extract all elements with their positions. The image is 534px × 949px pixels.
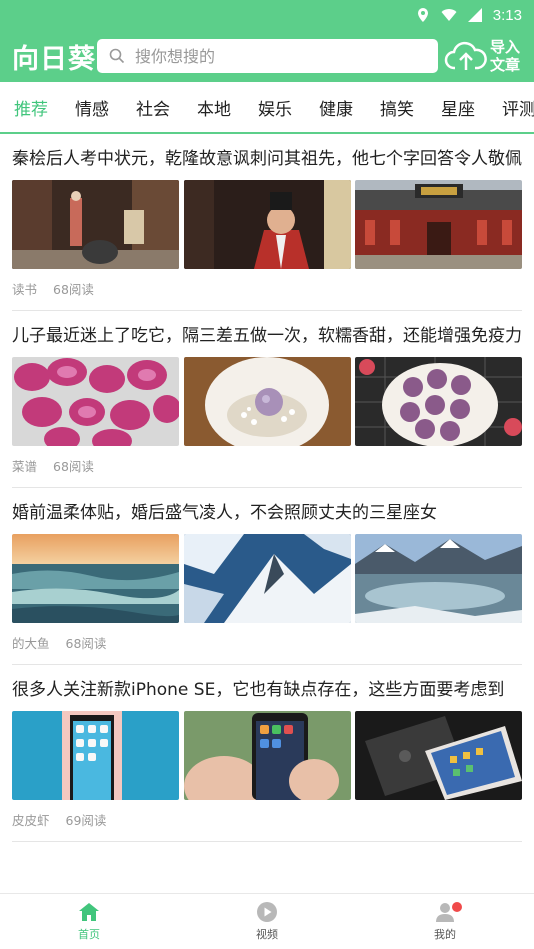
nav-home[interactable]: 首页 [0, 894, 178, 949]
article-source: 读书 [12, 282, 38, 297]
article-title: 婚前温柔体贴，婚后盛气凌人，不会照顾丈夫的三星座女 [12, 503, 437, 523]
nav-home-label: 首页 [78, 928, 100, 941]
article-thumbnail [183, 711, 351, 800]
article-title: 很多人关注新款iPhone SE，它也有缺点存在，这些方面要考虑到 [12, 680, 505, 700]
article-read-count: 68阅读 [53, 459, 94, 474]
app-header: 向日葵 导入文章 [0, 30, 534, 82]
tab-society[interactable]: 社会 [136, 95, 170, 120]
app-brand: 向日葵 [12, 43, 96, 75]
search-icon [109, 48, 125, 64]
bottom-navigation: 首页 视频 我的 [0, 893, 534, 949]
nav-profile[interactable]: 我的 [356, 894, 534, 949]
article-thumbnail [183, 180, 351, 269]
article-thumbnails [12, 180, 522, 269]
tab-local[interactable]: 本地 [197, 95, 231, 120]
article-thumbnail [355, 180, 522, 269]
location-icon [417, 8, 428, 22]
category-tabs: 推荐 情感 社会 本地 娱乐 健康 搞笑 星座 评测 [0, 82, 534, 134]
article-source: 菜谱 [12, 459, 38, 474]
article-thumbnail [355, 711, 522, 800]
status-time: 3:13 [492, 6, 522, 24]
article-thumbnail [12, 180, 179, 269]
article-title: 儿子最近迷上了吃它，隔三差五做一次，软糯香甜，还能增强免疫力 [12, 326, 522, 346]
tab-review[interactable]: 评测 [502, 95, 534, 120]
article-read-count: 68阅读 [53, 282, 94, 297]
signal-icon [467, 8, 482, 22]
article-thumbnail [12, 534, 179, 623]
article-thumbnail [12, 711, 179, 800]
tab-funny[interactable]: 搞笑 [380, 95, 414, 120]
article-source: 皮皮虾 [12, 813, 50, 828]
search-box[interactable] [97, 39, 438, 73]
import-article-label: 导入文章 [490, 38, 521, 74]
article-thumbnail [355, 534, 522, 623]
article-item[interactable]: 很多人关注新款iPhone SE，它也有缺点存在，这些方面要考虑到 皮皮虾 69… [12, 665, 522, 842]
cloud-upload-icon [444, 41, 487, 70]
article-thumbnail [355, 357, 522, 446]
tab-emotion[interactable]: 情感 [75, 95, 109, 120]
article-thumbnails [12, 357, 522, 446]
nav-video[interactable]: 视频 [178, 894, 356, 949]
article-item[interactable]: 儿子最近迷上了吃它，隔三差五做一次，软糯香甜，还能增强免疫力 菜谱 68阅读 [12, 311, 522, 488]
article-thumbnail [183, 534, 351, 623]
article-thumbnail [12, 357, 179, 446]
article-meta: 的大鱼 68阅读 [12, 623, 522, 664]
article-item[interactable]: 婚前温柔体贴，婚后盛气凌人，不会照顾丈夫的三星座女 的大鱼 68阅读 [12, 488, 522, 665]
tab-health[interactable]: 健康 [319, 95, 353, 120]
search-input[interactable] [135, 46, 395, 66]
wifi-icon [441, 9, 457, 21]
article-item[interactable]: 秦桧后人考中状元，乾隆故意讽刺问其祖先，他七个字回答令人敬佩 读书 68阅读 [12, 134, 522, 311]
nav-profile-label: 我的 [434, 928, 456, 941]
article-meta: 读书 68阅读 [12, 269, 522, 310]
video-icon [257, 902, 277, 922]
article-thumbnails [12, 711, 522, 800]
tab-recommend[interactable]: 推荐 [14, 95, 48, 120]
import-article-button[interactable]: 导入文章 [444, 38, 526, 74]
article-read-count: 69阅读 [65, 813, 107, 828]
article-feed: 秦桧后人考中状元，乾隆故意讽刺问其祖先，他七个字回答令人敬佩 读书 68阅读 儿… [0, 134, 534, 842]
tab-entertainment[interactable]: 娱乐 [258, 95, 292, 120]
article-source: 的大鱼 [12, 636, 50, 651]
article-read-count: 68阅读 [65, 636, 107, 651]
home-icon [79, 903, 99, 921]
article-meta: 皮皮虾 69阅读 [12, 800, 522, 841]
status-bar: 3:13 [0, 0, 534, 30]
article-thumbnails [12, 534, 522, 623]
notification-badge [452, 902, 462, 912]
article-title: 秦桧后人考中状元，乾隆故意讽刺问其祖先，他七个字回答令人敬佩 [12, 149, 522, 169]
nav-video-label: 视频 [256, 928, 278, 941]
article-thumbnail [183, 357, 351, 446]
tab-horoscope[interactable]: 星座 [441, 95, 475, 120]
article-meta: 菜谱 68阅读 [12, 446, 522, 487]
